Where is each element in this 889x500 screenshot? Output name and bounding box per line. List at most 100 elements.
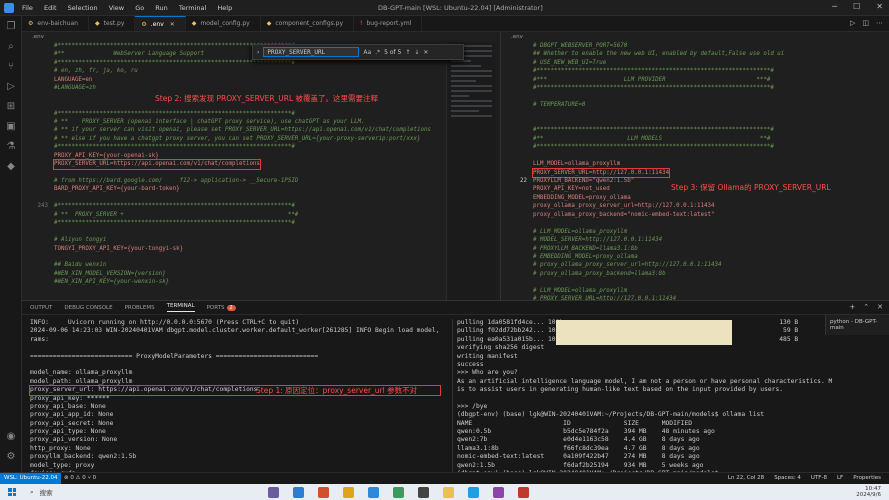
code-line[interactable]: # proxy_ollama_proxy_server_url=http://1… [501, 261, 889, 269]
code-line[interactable]: #***************************************… [501, 84, 889, 92]
source-control-icon[interactable]: ⑂ [0, 56, 22, 76]
code-line[interactable] [22, 228, 496, 236]
code-line[interactable]: PROXY_API_KEY={your-openai-sk} [22, 152, 496, 160]
menu-selection[interactable]: Selection [68, 4, 98, 12]
minimap[interactable] [446, 42, 496, 300]
menu-terminal[interactable]: Terminal [179, 4, 206, 12]
remote-indicator[interactable]: WSL: Ubuntu-22.04 [0, 473, 62, 484]
tab-component-configs[interactable]: ◆ component_configs.py [261, 16, 355, 31]
code-line[interactable]: LLM_MODEL=ollama_proxyllm [501, 160, 889, 168]
code-line[interactable] [501, 118, 889, 126]
maximize-panel-icon[interactable]: ⌃ [863, 303, 869, 311]
code-line[interactable]: # DBGPT_WEBSERVER_PORT=5670 [501, 42, 889, 50]
search-icon[interactable]: ⌕ [0, 36, 22, 56]
next-match-icon[interactable]: ↓ [414, 49, 419, 56]
code-line[interactable]: # ** PROXY_SERVER (openai interface | ch… [22, 118, 496, 126]
app-icon[interactable] [518, 487, 529, 498]
extensions-icon[interactable]: ⊞ [0, 96, 22, 116]
code-line[interactable]: #LANGUAGE=zh [22, 84, 496, 92]
code-line[interactable]: LANGUAGE=en [22, 76, 496, 84]
language-mode[interactable]: Properties [853, 473, 881, 484]
close-find-icon[interactable]: ✕ [423, 49, 428, 56]
code-line[interactable]: # PROXYLLM_BACKEND=llama3.1:8b [501, 245, 889, 253]
account-icon[interactable]: ◉ [0, 426, 22, 446]
chevron-right-icon[interactable]: › [257, 49, 259, 56]
code-line[interactable]: #***************************************… [22, 110, 496, 118]
line-ending[interactable]: LF [837, 473, 843, 484]
code-line[interactable]: #***************************************… [22, 219, 496, 227]
code-line[interactable]: #WEN_XIN_API_KEY={your-wenxin-sk} [22, 278, 496, 286]
right-editor[interactable]: .env # DBGPT_WEBSERVER_PORT=5670 ## Wheth… [500, 32, 889, 300]
menu-view[interactable]: View [109, 4, 124, 12]
app-icon[interactable] [268, 487, 279, 498]
code-area[interactable]: # DBGPT_WEBSERVER_PORT=5670 ## Whether to… [501, 42, 889, 300]
panel-tab-terminal[interactable]: TERMINAL [166, 303, 195, 312]
terminal-left[interactable]: INFO: Uvicorn running on http://0.0.0.0:… [29, 319, 441, 478]
run-debug-icon[interactable]: ▷ [0, 76, 22, 96]
encoding[interactable]: UTF-8 [811, 473, 827, 484]
menu-help[interactable]: Help [217, 4, 232, 12]
split-editor-icon[interactable]: ◫ [862, 19, 869, 27]
app-icon[interactable] [318, 487, 329, 498]
code-line[interactable]: 243 #************************************… [22, 202, 496, 210]
tab-bug-report[interactable]: ! bug-report.yml [354, 16, 423, 31]
left-editor[interactable]: .env #**********************************… [22, 32, 496, 300]
code-line[interactable] [501, 110, 889, 118]
close-panel-icon[interactable]: ✕ [877, 303, 883, 311]
code-line[interactable]: # from https://bard.google.com/ f12-> ap… [22, 177, 496, 185]
cursor-position[interactable]: Ln 22, Col 28 [728, 473, 764, 484]
app-icon[interactable] [493, 487, 504, 498]
code-line[interactable]: # LLM_MODEL=ollama_proxyllm [501, 228, 889, 236]
code-line[interactable]: ## Whether to enable the new web UI, ena… [501, 50, 889, 58]
code-line[interactable]: proxy_ollama_proxy_backend="nomic-embed-… [501, 211, 889, 219]
code-line[interactable]: #WEN_XIN_MODEL_VERSION={version} [22, 270, 496, 278]
code-line[interactable]: # ** PROXY_SERVER + **# [22, 211, 496, 219]
panel-tab-debug-console[interactable]: DEBUG CONSOLE [64, 305, 112, 311]
code-line[interactable]: #*** LLM PROVIDER ***# [501, 76, 889, 84]
close-icon[interactable]: ✕ [876, 2, 883, 11]
app-icon[interactable] [293, 487, 304, 498]
code-line[interactable] [22, 169, 496, 177]
panel-tab-ports[interactable]: PORTS 2 [207, 304, 236, 311]
code-line[interactable]: ## Baidu wenxin [22, 261, 496, 269]
code-line[interactable]: # USE_NEW_WEB_UI=True [501, 59, 889, 67]
terminal-app-icon[interactable] [418, 487, 429, 498]
tab-model-config[interactable]: ◆ model_config.py [186, 16, 261, 31]
code-line[interactable]: proxy_ollama_proxy_server_url=http://127… [501, 202, 889, 210]
match-case-icon[interactable]: Aa [363, 49, 371, 56]
panel-tab-problems[interactable]: PROBLEMS [125, 305, 155, 311]
code-line[interactable] [501, 219, 889, 227]
code-line[interactable]: # MODEL_SERVER=http://127.0.0.1:11434 [501, 236, 889, 244]
new-terminal-icon[interactable]: + [849, 303, 855, 311]
code-line[interactable]: # en, zh, fr, ja, ko, ru [22, 67, 496, 75]
code-line[interactable] [501, 278, 889, 286]
indentation[interactable]: Spaces: 4 [774, 473, 801, 484]
python-icon[interactable]: ◆ [0, 156, 22, 176]
maximize-icon[interactable]: ☐ [853, 2, 860, 11]
menu-edit[interactable]: Edit [44, 4, 57, 12]
code-line[interactable]: # Aliyun tongyi [22, 236, 496, 244]
code-line[interactable]: PROXY_SERVER_URL=https://api.openai.com/… [22, 159, 496, 170]
code-line[interactable] [501, 152, 889, 160]
code-line[interactable]: # ** if your server can visit openai, pl… [22, 126, 496, 134]
code-line[interactable]: # EMBEDDING_MODEL=proxy_ollama [501, 253, 889, 261]
terminal-list-item[interactable]: python - DB-GPT-main [830, 319, 877, 331]
code-line[interactable]: #***************************************… [501, 67, 889, 75]
taskbar-search[interactable]: ⌕ 搜索 [30, 487, 53, 498]
tab-env-baichuan[interactable]: ⚙ env-baichuan [22, 16, 89, 31]
find-input[interactable]: PROXY_SERVER_URL [263, 47, 360, 57]
remote-explorer-icon[interactable]: ▣ [0, 116, 22, 136]
more-actions-icon[interactable]: ⋯ [876, 19, 883, 27]
code-line[interactable]: EMBEDDING_MODEL=proxy_ollama [501, 194, 889, 202]
code-line[interactable]: PROXY_SERVER_URL=http://127.0.0.1:11434 [501, 167, 889, 179]
code-line[interactable]: # TEMPERATURE=0 [501, 101, 889, 109]
terminal-list[interactable]: python - DB-GPT-main [825, 315, 889, 335]
app-icon[interactable] [343, 487, 354, 498]
menu-run[interactable]: Run [155, 4, 167, 12]
app-icon[interactable] [468, 487, 479, 498]
code-line[interactable]: # LLM_MODEL=ollama_proxyllm [501, 287, 889, 295]
tab-env[interactable]: ⚙ .env ✕ [135, 16, 186, 31]
testing-icon[interactable]: ⚗ [0, 136, 22, 156]
app-icon[interactable] [443, 487, 454, 498]
code-line[interactable]: #***************************************… [22, 143, 496, 151]
